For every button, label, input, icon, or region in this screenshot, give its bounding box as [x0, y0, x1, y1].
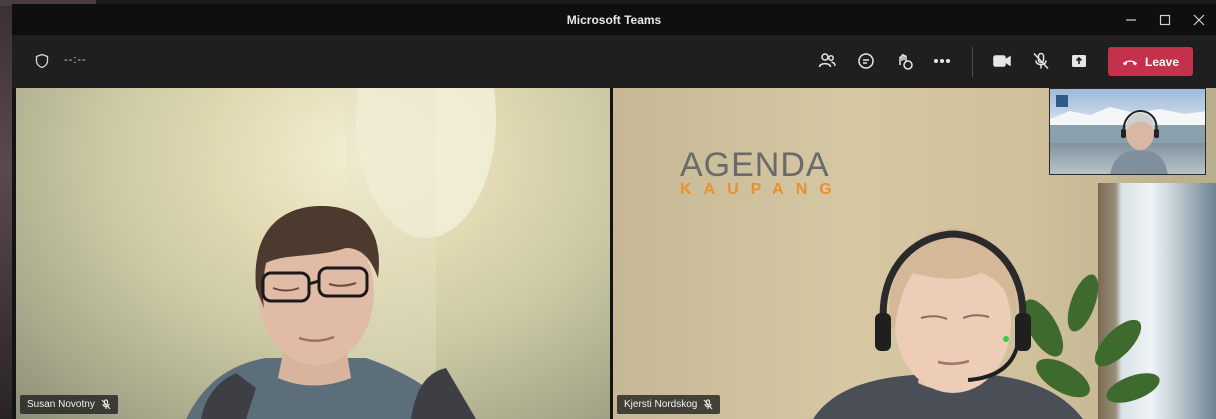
participant-video-feed	[186, 88, 496, 419]
maximize-button[interactable]	[1148, 4, 1182, 35]
more-icon	[933, 58, 951, 64]
window-title: Microsoft Teams	[566, 12, 662, 27]
participant-name: Kjersti Nordskog	[624, 399, 698, 410]
camera-icon	[993, 55, 1011, 67]
shield-icon[interactable]	[34, 53, 50, 69]
close-button[interactable]	[1182, 4, 1216, 35]
mic-toggle-button[interactable]	[1028, 48, 1054, 74]
more-actions-button[interactable]	[929, 48, 955, 74]
video-stage: Susan Novotny AGENDA KAUPANG Kjersti Nor…	[12, 88, 1216, 419]
leave-label: Leave	[1144, 54, 1180, 69]
meeting-toolbar: --:-- Leave	[12, 35, 1216, 88]
mic-off-icon	[101, 399, 111, 410]
participant-name-tag: Susan Novotny	[20, 395, 118, 414]
toolbar-divider	[972, 47, 973, 77]
reactions-icon	[899, 54, 913, 70]
phone-hangup-icon	[1122, 60, 1137, 65]
chat-icon	[858, 53, 874, 69]
window-controls	[1114, 4, 1216, 35]
teams-window: Microsoft Teams --:-- Leave Susan Novotn…	[12, 4, 1216, 419]
mic-off-icon	[1033, 52, 1049, 70]
maximize-icon	[1159, 14, 1171, 25]
participants-button[interactable]	[814, 48, 840, 74]
participant-name: Susan Novotny	[27, 399, 95, 410]
minimize-icon	[1126, 18, 1136, 21]
reactions-button[interactable]	[891, 48, 917, 74]
mic-off-icon	[703, 399, 713, 410]
share-icon	[1072, 55, 1086, 67]
close-icon	[1193, 14, 1205, 25]
self-view-feed	[1050, 95, 1205, 174]
share-screen-button[interactable]	[1066, 48, 1092, 74]
self-view-video[interactable]	[1049, 88, 1206, 175]
meeting-timer: --:--	[64, 54, 87, 66]
title-bar: Microsoft Teams	[12, 4, 1216, 35]
minimize-button[interactable]	[1114, 4, 1148, 35]
participant-video-tile[interactable]: Susan Novotny	[16, 88, 610, 419]
leave-button[interactable]: Leave	[1108, 47, 1193, 76]
participant-name-tag: Kjersti Nordskog	[617, 395, 721, 414]
desktop-background	[0, 0, 12, 419]
chat-button[interactable]	[853, 48, 879, 74]
camera-toggle-button[interactable]	[989, 48, 1015, 74]
people-icon	[818, 53, 836, 68]
